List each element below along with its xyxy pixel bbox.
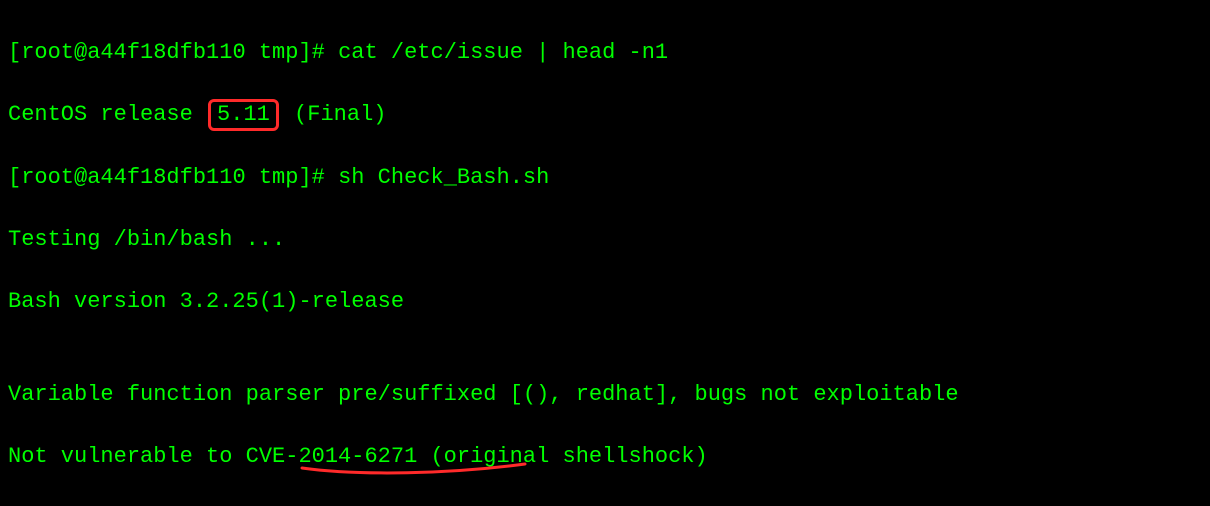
prompt-user: root (21, 40, 74, 65)
prompt-line-1: [root@a44f18dfb110 tmp]# cat /etc/issue … (8, 37, 1202, 68)
prompt-host: a44f18dfb110 (87, 40, 245, 65)
output-testing: Testing /bin/bash ... (8, 224, 1202, 255)
output-bash-version: Bash version 3.2.25(1)-release (8, 286, 1202, 317)
terminal-output: [root@a44f18dfb110 tmp]# cat /etc/issue … (0, 0, 1210, 506)
prompt-hash: # (312, 40, 325, 65)
os-suffix: (Final) (281, 102, 387, 127)
prompt-line-2: [root@a44f18dfb110 tmp]# sh Check_Bash.s… (8, 162, 1202, 193)
command-1: cat /etc/issue | head -n1 (338, 40, 668, 65)
output-cve-6271: Not vulnerable to CVE-2014-6271 (origina… (8, 441, 1202, 472)
version-highlight-box: 5.11 (208, 99, 279, 131)
os-prefix: CentOS release (8, 102, 206, 127)
os-release-line: CentOS release 5.11 (Final) (8, 99, 1202, 131)
os-version: 5.11 (217, 102, 270, 127)
output-parser: Variable function parser pre/suffixed [(… (8, 379, 1202, 410)
prompt-at: @ (74, 40, 87, 65)
prompt-close: ] (298, 40, 311, 65)
prompt-open: [ (8, 40, 21, 65)
prompt-cwd: tmp (259, 40, 299, 65)
command-2: sh Check_Bash.sh (338, 165, 549, 190)
